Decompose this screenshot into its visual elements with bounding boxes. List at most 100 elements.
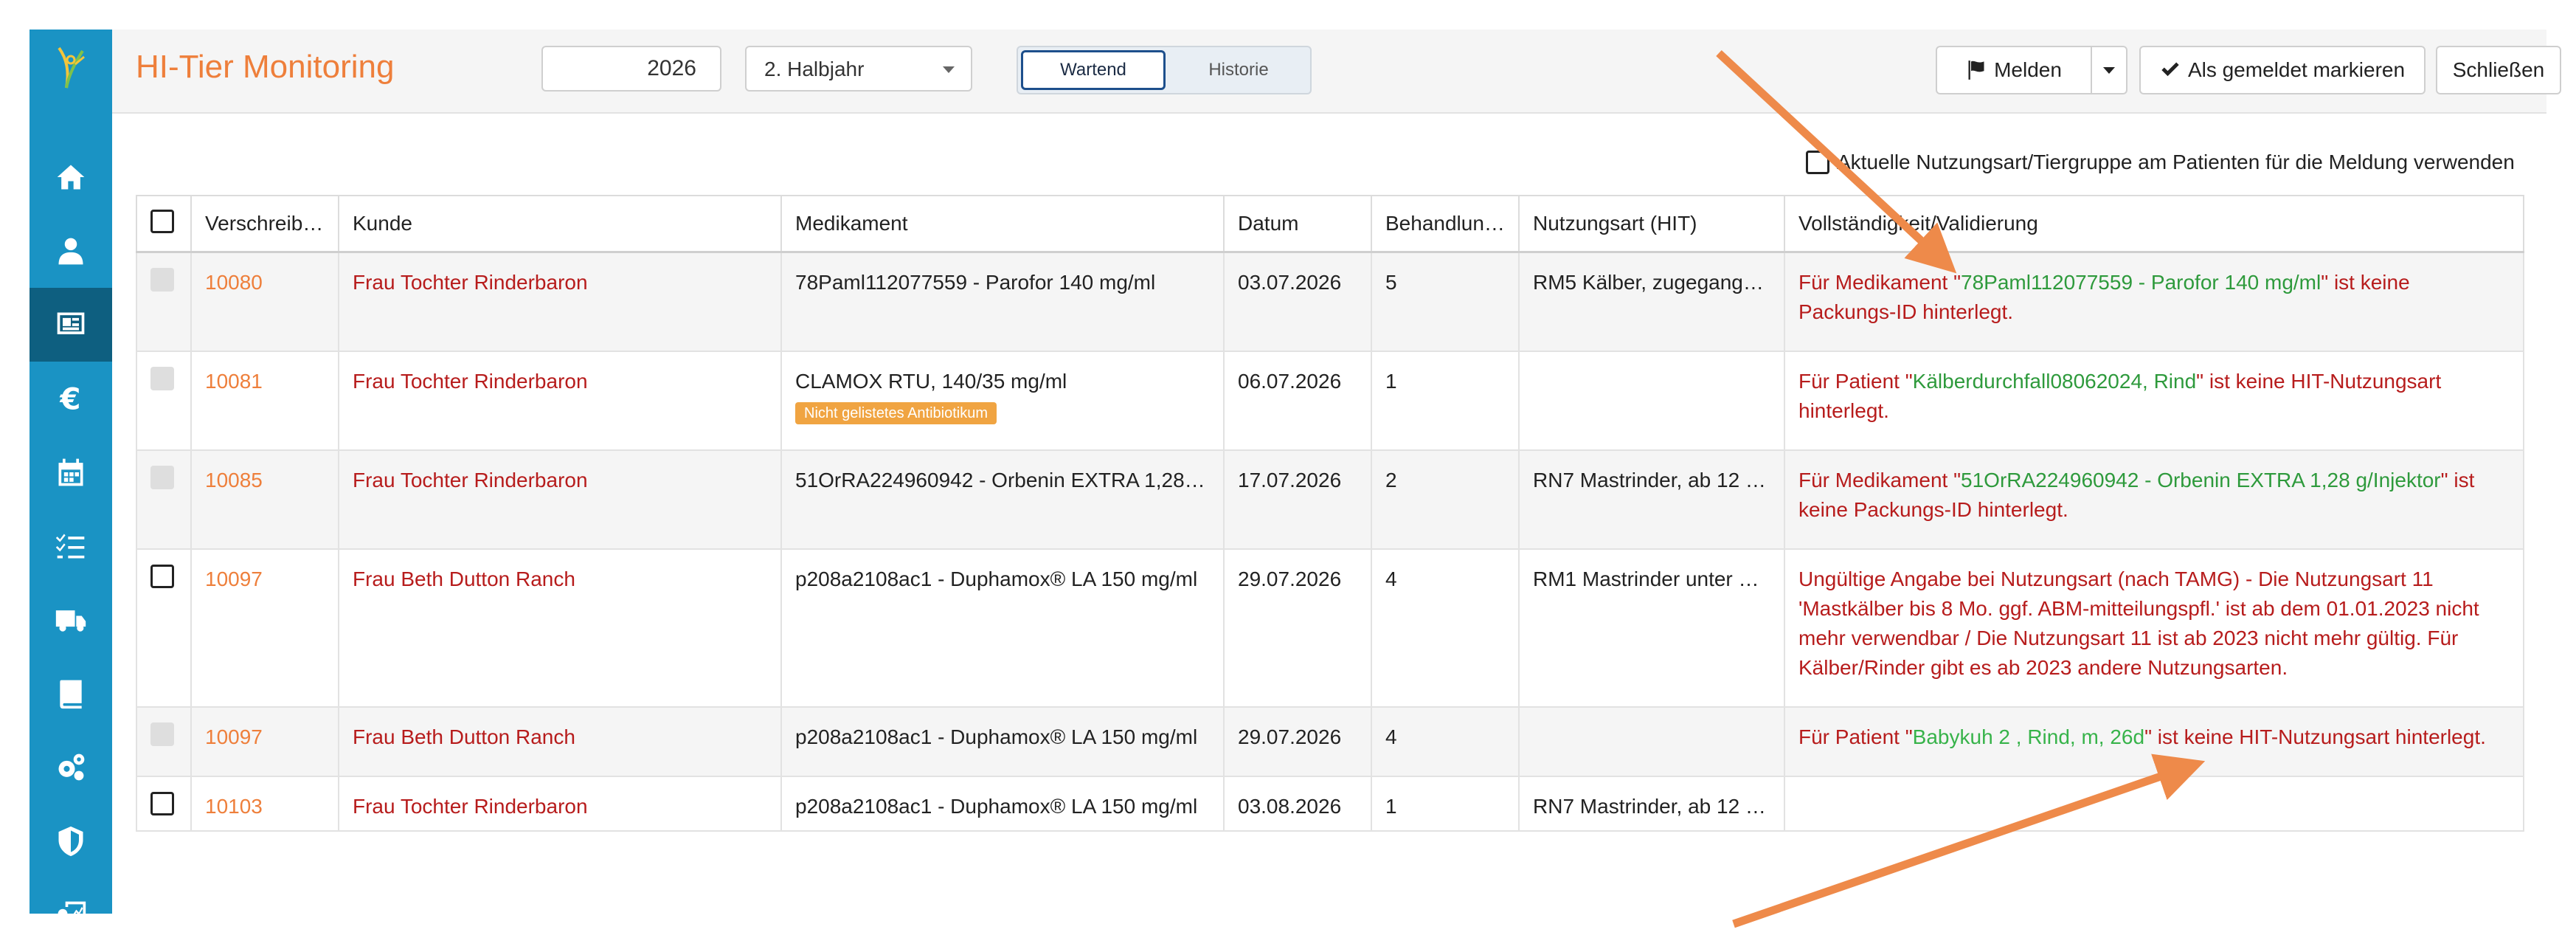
euro-icon: €	[59, 382, 80, 415]
row-select-cell	[136, 251, 192, 352]
col-header-prescription[interactable]: Verschreib…	[190, 195, 339, 253]
prescription-link[interactable]: 10085	[190, 449, 339, 550]
doctor-icon	[58, 238, 83, 265]
date-cell: 17.07.2026	[1223, 449, 1372, 550]
home-icon	[57, 165, 85, 190]
drug-name: CLAMOX RTU, 140/35 mg/ml	[795, 369, 1067, 393]
mark-reported-button[interactable]: Als gemeldet markieren	[2139, 46, 2426, 94]
validation-highlight: Babykuh 2 , Rind, m, 26d	[1912, 725, 2145, 748]
sidebar-item-security[interactable]	[30, 804, 112, 878]
treatments-cell: 4	[1371, 548, 1520, 708]
prescription-link[interactable]: 10103	[190, 775, 339, 832]
usage-cell: RN7 Mastrinder, ab 12 M…	[1518, 775, 1785, 832]
sidebar-item-doctor[interactable]	[30, 214, 112, 288]
col-header-usage[interactable]: Nutzungsart (HIT)	[1518, 195, 1785, 253]
sidebar-item-delivery[interactable]	[30, 583, 112, 657]
book-icon	[60, 680, 82, 709]
truck-icon	[55, 610, 86, 632]
treatments-cell: 1	[1371, 350, 1520, 451]
validation-message-text: Für Medikament "	[1798, 468, 1962, 491]
customer-link[interactable]: Frau Beth Dutton Ranch	[338, 706, 782, 777]
usage-cell	[1518, 706, 1785, 777]
use-current-usage-label: Aktuelle Nutzungsart/Tiergruppe am Patie…	[1837, 151, 2515, 173]
select-all-checkbox[interactable]	[150, 209, 174, 233]
row-checkbox[interactable]	[150, 564, 174, 588]
user-chart-icon	[55, 901, 86, 929]
date-cell: 03.07.2026	[1223, 251, 1372, 352]
mark-reported-button-label: Als gemeldet markieren	[2187, 58, 2406, 81]
customer-link[interactable]: Frau Beth Dutton Ranch	[338, 548, 782, 708]
sidebar-item-settings[interactable]	[30, 731, 112, 804]
prescription-link[interactable]: 10080	[190, 251, 339, 352]
validation-message: Für Medikament "51OrRA224960942 - Orbeni…	[1784, 449, 2524, 550]
validation-message-text: " ist keine HIT-Nutzungsart hinterlegt.	[2144, 725, 2486, 748]
usage-cell: RN7 Mastrinder, ab 12 M…	[1518, 449, 1785, 550]
col-header-date[interactable]: Datum	[1223, 195, 1372, 253]
row-select-cell	[136, 449, 192, 550]
sidebar-item-finance[interactable]: €	[30, 362, 112, 435]
shield-icon	[58, 826, 83, 857]
validation-message-text: Ungültige Angabe bei Nutzungsart (nach T…	[1798, 567, 2479, 679]
validation-highlight: 78Paml112077559 - Parofor 140 mg/ml	[1961, 271, 2321, 294]
date-cell: 03.08.2026	[1223, 775, 1372, 832]
use-current-usage-checkbox[interactable]	[1806, 151, 1829, 174]
calendar-icon	[58, 458, 83, 486]
sidebar-item-home[interactable]	[30, 140, 112, 214]
use-current-usage-option[interactable]: Aktuelle Nutzungsart/Tiergruppe am Patie…	[1806, 148, 2515, 177]
checklist-icon	[55, 534, 85, 559]
report-dropdown-button[interactable]	[2091, 46, 2127, 94]
year-input[interactable]	[541, 46, 721, 92]
customer-link[interactable]: Frau Tochter Rinderbaron	[338, 350, 782, 451]
table-row: 10097 Frau Beth Dutton Ranch p208a2108ac…	[136, 706, 2524, 777]
prescription-link[interactable]: 10097	[190, 548, 339, 708]
select-all-cell	[136, 195, 192, 253]
caret-down-icon	[2103, 66, 2115, 74]
tab-history[interactable]: Historie	[1168, 50, 1309, 90]
validation-message: Für Patient "Babykuh 2 , Rind, m, 26d" i…	[1784, 706, 2524, 777]
sidebar-item-reports[interactable]	[30, 878, 112, 952]
drug-cell: p208a2108ac1 - Duphamox® LA 150 mg/ml	[780, 775, 1225, 832]
half-year-select[interactable]: 2. Halbjahr	[745, 46, 972, 92]
close-button[interactable]: Schließen	[2436, 46, 2561, 94]
sidebar-item-calendar[interactable]	[30, 435, 112, 509]
sidebar-item-book[interactable]	[30, 657, 112, 731]
row-checkbox	[150, 465, 174, 489]
row-select-cell	[136, 548, 192, 708]
customer-link[interactable]: Frau Tochter Rinderbaron	[338, 449, 782, 550]
row-select-cell	[136, 350, 192, 451]
col-header-treatments[interactable]: Behandlun…	[1371, 195, 1520, 253]
row-checkbox	[150, 722, 174, 746]
treatments-cell: 1	[1371, 775, 1520, 832]
row-select-cell	[136, 706, 192, 777]
drug-cell: p208a2108ac1 - Duphamox® LA 150 mg/ml	[780, 706, 1225, 777]
sidebar-item-monitor[interactable]	[30, 288, 112, 362]
prescription-link[interactable]: 10081	[190, 350, 339, 451]
col-header-customer[interactable]: Kunde	[338, 195, 782, 253]
report-button[interactable]: Melden	[1936, 46, 2092, 94]
row-checkbox	[150, 268, 174, 292]
drug-cell: p208a2108ac1 - Duphamox® LA 150 mg/ml	[780, 548, 1225, 708]
usage-cell: RM1 Mastrinder unter 8 …	[1518, 548, 1785, 708]
sidebar: €	[30, 30, 112, 929]
row-checkbox[interactable]	[150, 791, 174, 815]
page-title: HI-Tier Monitoring	[136, 49, 395, 85]
prescription-link[interactable]: 10097	[190, 706, 339, 777]
table-row: 10097 Frau Beth Dutton Ranch p208a2108ac…	[136, 548, 2524, 708]
customer-link[interactable]: Frau Tochter Rinderbaron	[338, 251, 782, 352]
col-header-drug[interactable]: Medikament	[780, 195, 1225, 253]
tab-waiting[interactable]: Wartend	[1021, 50, 1166, 90]
col-header-validation[interactable]: Vollständigkeit/Validierung	[1784, 195, 2524, 253]
chevron-down-icon	[943, 66, 955, 73]
logo	[30, 30, 112, 106]
treatments-cell: 2	[1371, 449, 1520, 550]
sidebar-item-tasks[interactable]	[30, 509, 112, 583]
date-cell: 29.07.2026	[1223, 706, 1372, 777]
svg-text:€: €	[59, 382, 80, 415]
date-cell: 29.07.2026	[1223, 548, 1372, 708]
customer-link[interactable]: Frau Tochter Rinderbaron	[338, 775, 782, 832]
usage-cell	[1518, 350, 1785, 451]
monitor-icon	[57, 312, 85, 334]
validation-message: Ungültige Angabe bei Nutzungsart (nach T…	[1784, 548, 2524, 708]
date-cell: 06.07.2026	[1223, 350, 1372, 451]
table-row: 10085 Frau Tochter Rinderbaron 51OrRA224…	[136, 449, 2524, 550]
